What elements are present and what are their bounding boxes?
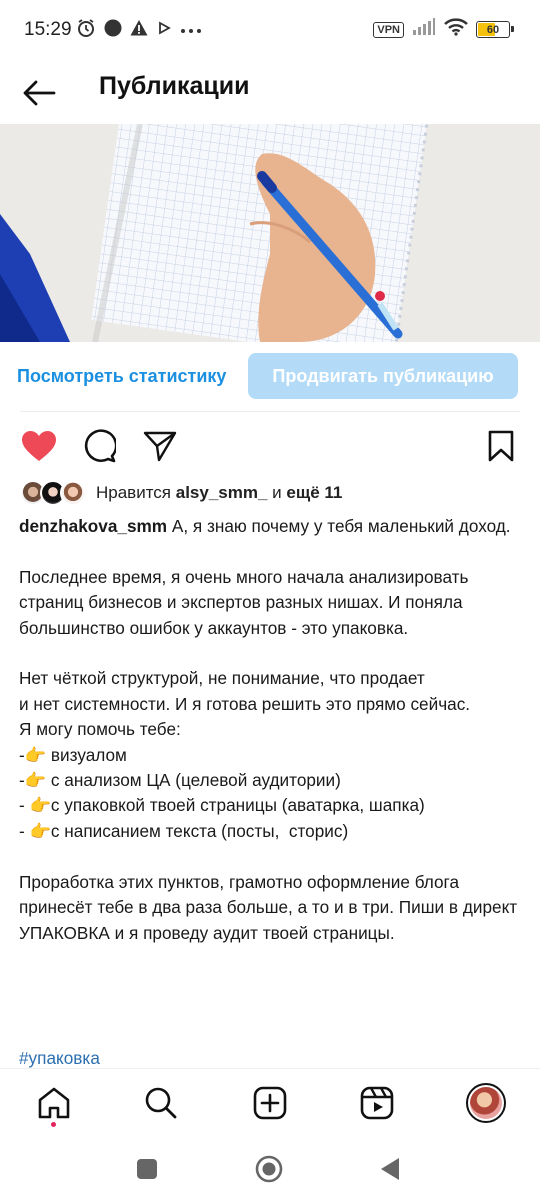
status-icons-right: VPN 60 — [373, 18, 514, 41]
status-icons-left — [76, 18, 202, 43]
heart-filled-icon — [22, 431, 56, 461]
status-time: 15:29 — [24, 19, 72, 40]
divider — [20, 411, 520, 412]
send-icon — [143, 431, 177, 462]
system-nav — [0, 1138, 540, 1200]
nav-reels[interactable] — [355, 1081, 399, 1125]
recents-button[interactable] — [132, 1154, 162, 1184]
liker-avatars — [20, 480, 90, 506]
back-triangle-icon — [381, 1158, 399, 1180]
add-post-icon — [253, 1086, 287, 1120]
likes-text: Нравится alsy_smm_ и ещё 11 — [96, 483, 342, 503]
likes-more[interactable]: ещё 11 — [286, 483, 342, 502]
likes-and: и — [267, 483, 287, 502]
post-caption: denzhakova_smm А, я знаю почему у тебя м… — [19, 514, 524, 946]
nav-search[interactable] — [139, 1081, 183, 1125]
caption-text: А, я знаю почему у тебя маленький доход.… — [19, 516, 518, 943]
home-icon — [38, 1087, 70, 1119]
like-button[interactable] — [19, 426, 59, 466]
comment-button[interactable] — [79, 426, 119, 466]
back-system-button[interactable] — [375, 1154, 405, 1184]
alarm-icon — [76, 18, 96, 43]
profile-avatar — [466, 1083, 506, 1123]
status-bar: 15:29 VPN 60 — [0, 0, 540, 62]
play-icon — [156, 20, 172, 41]
likes-row[interactable]: Нравится alsy_smm_ и ещё 11 — [20, 478, 342, 508]
warning-icon — [130, 19, 148, 42]
hashtag-link[interactable]: #упаковка — [19, 1048, 100, 1068]
reels-icon — [360, 1086, 394, 1120]
share-button[interactable] — [140, 426, 180, 466]
post-image — [0, 124, 540, 342]
profile-avatar-image — [470, 1087, 502, 1119]
record-dot-icon — [104, 19, 122, 42]
header: Публикации — [0, 62, 540, 124]
liker-username[interactable]: alsy_smm_ — [176, 483, 268, 502]
post-actions — [0, 424, 540, 468]
promote-post-button[interactable]: Продвигать публикацию — [248, 353, 518, 399]
battery-icon: 60 — [476, 21, 514, 38]
battery-level: 60 — [486, 23, 500, 36]
arrow-left-icon — [23, 80, 56, 106]
home-circle-icon — [255, 1155, 283, 1183]
notification-dot — [51, 1122, 56, 1127]
recents-icon — [137, 1159, 157, 1179]
bookmark-icon — [488, 430, 514, 462]
view-statistics-link[interactable]: Посмотреть статистику — [17, 366, 226, 387]
nav-add-post[interactable] — [248, 1081, 292, 1125]
back-button[interactable] — [20, 74, 58, 112]
signal-icon — [412, 18, 436, 41]
nav-profile[interactable] — [464, 1081, 508, 1125]
stats-row: Посмотреть статистику Продвигать публика… — [0, 352, 540, 400]
nav-home[interactable] — [32, 1081, 76, 1125]
wifi-icon — [444, 18, 468, 41]
save-button[interactable] — [481, 426, 521, 466]
page-title: Публикации — [99, 72, 250, 100]
caption-author[interactable]: denzhakova_smm — [19, 516, 167, 536]
home-system-button[interactable] — [254, 1154, 284, 1184]
search-icon — [145, 1087, 177, 1119]
more-dots-icon — [180, 22, 202, 40]
likes-prefix: Нравится — [96, 483, 176, 502]
avatar — [60, 480, 86, 506]
bottom-nav — [0, 1068, 540, 1138]
comment-icon — [84, 429, 116, 463]
vpn-badge: VPN — [373, 21, 404, 38]
